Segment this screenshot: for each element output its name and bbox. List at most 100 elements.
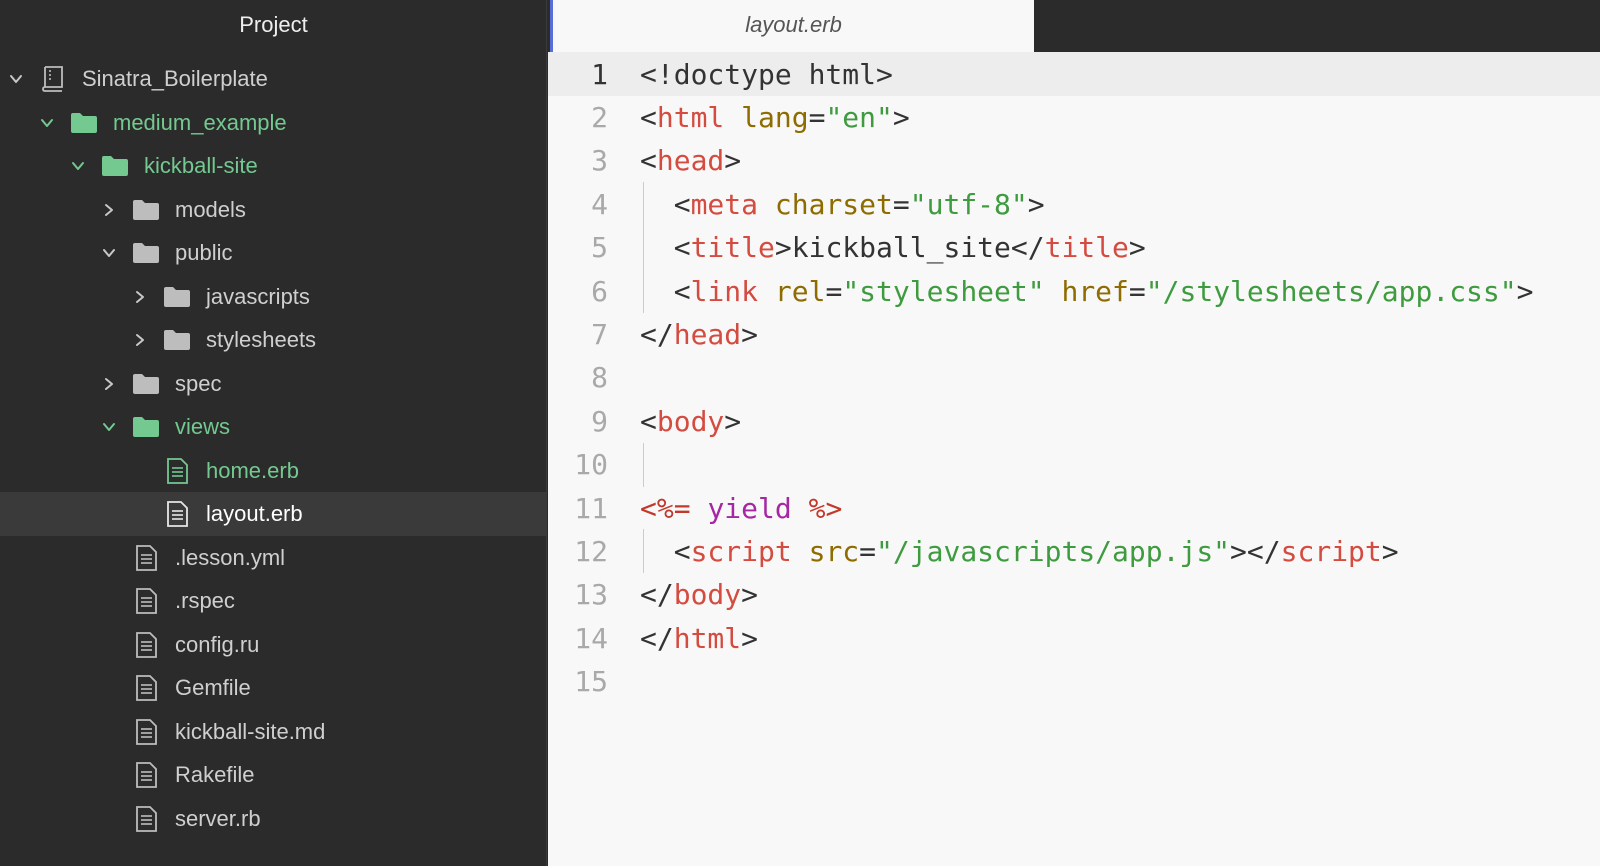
code-token: < (640, 100, 657, 134)
tree-item-kickball-site-md[interactable]: kickball-site.md (0, 710, 546, 754)
code-line[interactable]: 13 </body> (548, 573, 1600, 617)
file-icon (131, 675, 161, 701)
tree-item-views[interactable]: views (0, 405, 546, 449)
tab-bar: layout.erb (548, 0, 1600, 52)
code-token: "/javascripts/app.js" (876, 534, 1231, 568)
code-text: <meta charset="utf-8"> (640, 188, 1045, 221)
line-number: 3 (591, 144, 608, 178)
chevron-down-icon[interactable] (101, 419, 117, 435)
tree-item-rakefile[interactable]: Rakefile (0, 753, 546, 797)
code-token: "stylesheet" (842, 274, 1045, 308)
tree-item-rspec[interactable]: .rspec (0, 579, 546, 623)
tree-item-javascripts[interactable]: javascripts (0, 275, 546, 319)
code-token: "en" (825, 100, 893, 134)
code-line[interactable]: 8 (548, 356, 1600, 400)
chevron-right-icon[interactable] (101, 202, 117, 218)
code-text: <script src="/javascripts/app.js"></scri… (640, 535, 1399, 568)
chevron-right-icon[interactable] (132, 332, 148, 348)
code-token: html (673, 621, 742, 655)
tree-item-config-ru[interactable]: config.ru (0, 623, 546, 667)
chevron-down-icon[interactable] (70, 158, 86, 174)
code-token: <%= (640, 491, 691, 525)
repo-icon (38, 66, 68, 92)
code-token: = (892, 187, 910, 221)
tree-item-public[interactable]: public (0, 231, 546, 275)
file-icon (131, 631, 161, 658)
tree-item-home-erb[interactable]: home.erb (0, 449, 546, 493)
tree-item-label: config.ru (175, 631, 260, 657)
tree-item-label: layout.erb (206, 501, 303, 526)
code-token: body (656, 404, 725, 438)
code-line[interactable]: 9 <body> (548, 399, 1600, 443)
chevron-down-icon[interactable] (8, 71, 24, 87)
code-text: </html> (640, 622, 758, 655)
folder-icon (131, 197, 161, 223)
code-token: > (724, 404, 742, 438)
line-number: 7 (591, 317, 608, 351)
tree-item-kickball-site[interactable]: kickball-site (0, 144, 546, 188)
tree-item-models[interactable]: models (0, 188, 546, 232)
tree-item-lesson-yml[interactable]: .lesson.yml (0, 536, 546, 580)
code-line[interactable]: 4 <meta charset="utf-8"> (548, 182, 1600, 227)
tree-item-sinatra-boilerplate[interactable]: Sinatra_Boilerplate (0, 57, 546, 101)
folder-icon (100, 153, 130, 179)
file-icon (162, 501, 192, 527)
code-line[interactable]: 6 <link rel="stylesheet" href="/styleshe… (548, 269, 1600, 313)
chevron-down-icon[interactable] (39, 115, 55, 131)
tree-item-label: models (175, 196, 246, 222)
code-line[interactable]: 1 <!doctype html> (548, 52, 1600, 96)
code-token: > (724, 144, 742, 178)
code-line[interactable]: 12 <script src="/javascripts/app.js"></s… (548, 529, 1600, 574)
code-line[interactable]: 10 (548, 442, 1600, 487)
code-text: <html lang="en"> (640, 101, 910, 134)
file-icon (131, 762, 161, 788)
code-line[interactable]: 7 </head> (548, 312, 1600, 356)
tree-item-label: spec (175, 370, 222, 396)
tree-item-spec[interactable]: spec (0, 362, 546, 406)
tree-item-medium-example[interactable]: medium_example (0, 101, 546, 145)
code-line[interactable]: 5 <title>kickball_site</title> (548, 225, 1600, 270)
code-line[interactable]: 15 (548, 660, 1600, 704)
tab-layout-erb[interactable]: layout.erb (550, 0, 1034, 52)
chevron-right-icon[interactable] (101, 376, 117, 392)
tree-item-layout-erb[interactable]: layout.erb (0, 492, 546, 536)
code-token: "/stylesheets/app.css" (1145, 274, 1517, 308)
code-token: src (808, 534, 860, 568)
tree-item-label: .lesson.yml (175, 544, 286, 570)
code-token: script (690, 534, 792, 568)
tree-item-stylesheets[interactable]: stylesheets (0, 318, 546, 362)
code-text: </head> (640, 318, 758, 351)
code-text: <body> (640, 405, 741, 438)
code-line[interactable]: 14 </html> (548, 616, 1600, 660)
code-text: </body> (640, 578, 758, 611)
tree-item-gemfile[interactable]: Gemfile (0, 666, 546, 710)
code-token: charset (774, 187, 893, 221)
code-token: < (640, 231, 691, 265)
file-icon (131, 805, 161, 832)
line-number: 9 (591, 404, 608, 438)
code-token: < (640, 144, 657, 178)
folder-icon (162, 327, 192, 353)
code-token: <!doctype html> (640, 57, 893, 91)
file-icon (131, 544, 161, 571)
code-token: > (741, 621, 759, 655)
tree-item-server-rb[interactable]: server.rb (0, 797, 546, 841)
project-panel-title: Project (239, 12, 308, 37)
code-line[interactable]: 11 <%= yield %> (548, 486, 1600, 530)
code-line[interactable]: 2 <html lang="en"> (548, 95, 1600, 139)
code-token: </ (640, 317, 674, 351)
editor-pane[interactable]: layout.erb 1 <!doctype html> 2 <html lang="… (548, 0, 1600, 866)
code-token: meta (690, 187, 759, 221)
code-line[interactable]: 3 <head> (548, 139, 1600, 183)
code-token: = (859, 534, 877, 568)
line-number: 14 (574, 621, 608, 655)
code-token: < (640, 404, 657, 438)
line-number: 12 (574, 534, 608, 568)
chevron-right-icon[interactable] (132, 289, 148, 305)
chevron-down-icon[interactable] (101, 245, 117, 261)
code-area[interactable]: 1 <!doctype html> 2 <html lang="en"> 3 <head>… (548, 52, 1600, 866)
